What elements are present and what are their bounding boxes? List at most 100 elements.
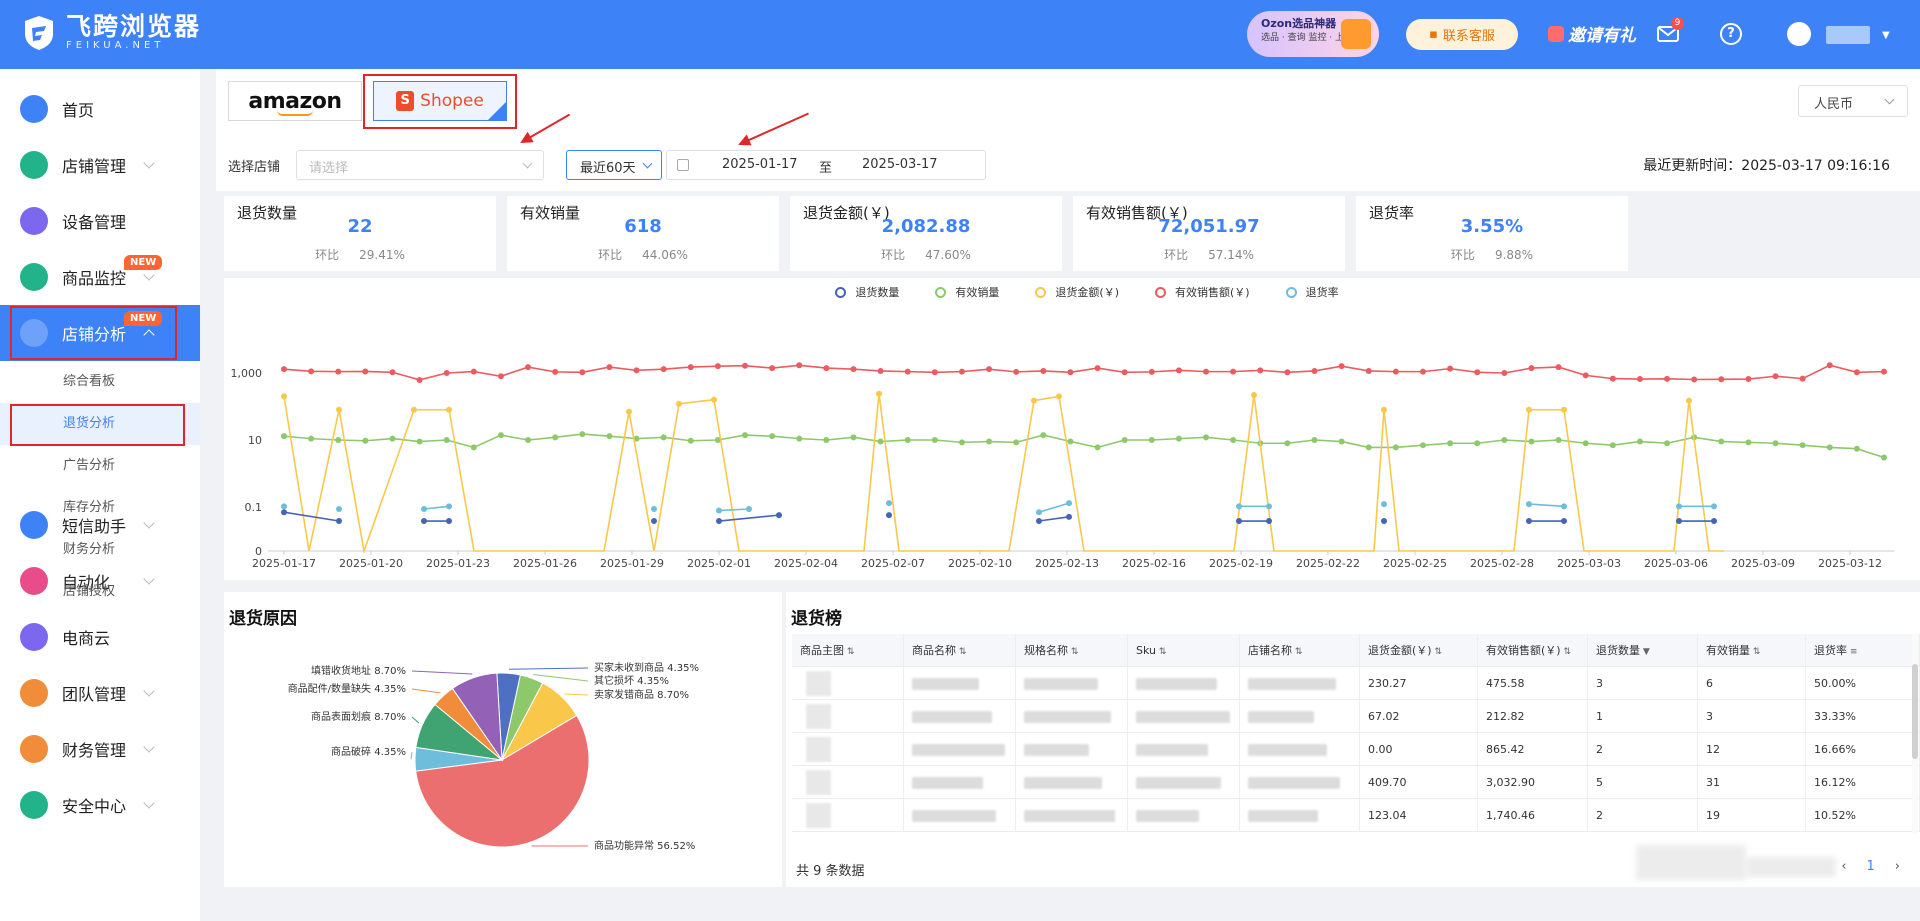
column-header[interactable]: Sku ⇅ [1128, 634, 1240, 667]
return-qty-point [1066, 513, 1072, 520]
ozon-banner[interactable]: Ozon选品神器 选品 · 查询 监控 · 上货 [1247, 11, 1379, 57]
start-date[interactable]: 2025-01-17 [722, 157, 798, 172]
legend-item[interactable]: 退货数量 [835, 284, 899, 300]
table-cell: 5 [1588, 766, 1698, 799]
table-cell: 19 [1698, 799, 1806, 832]
sales-amount-point [1881, 368, 1887, 375]
sales-qty-point [1474, 440, 1481, 447]
product-image[interactable] [806, 671, 831, 696]
legend-item[interactable]: 有效销售额(￥) [1155, 284, 1250, 300]
column-header[interactable]: 退货数量 ▼ [1588, 634, 1698, 667]
sort-icon[interactable]: ⇅ [1156, 647, 1167, 657]
page-number[interactable]: 1 [1867, 859, 1875, 874]
table-cell: 16.12% [1806, 766, 1920, 799]
next-page-button[interactable]: › [1895, 859, 1900, 874]
column-header[interactable]: 商品名称 ⇅ [904, 634, 1016, 667]
pie-label: 商品表面划痕 8.70% [311, 710, 406, 723]
column-header[interactable]: 店铺名称 ⇅ [1240, 634, 1360, 667]
sidebar-item-10[interactable]: 安全中心 [0, 777, 200, 833]
end-date[interactable]: 2025-03-17 [862, 157, 938, 172]
sales-qty-point [1013, 439, 1020, 446]
logo[interactable]: 飞跨浏览器 FEIKUA.NET [22, 14, 201, 52]
sales-amount-point [362, 368, 369, 375]
filter-icon[interactable]: ▼ [1640, 647, 1650, 657]
sort-icon[interactable]: ⇅ [956, 647, 967, 657]
shop-select[interactable]: 请选择 [296, 150, 544, 180]
table-row[interactable]: 67.02 212.82 1 3 33.33% [792, 700, 1920, 733]
scrollbar-thumb[interactable] [1912, 664, 1918, 759]
legend-item[interactable]: 退货金额(￥) [1035, 284, 1119, 300]
return-rate-point [1066, 500, 1072, 507]
sidebar-item-2[interactable]: 设备管理 [0, 193, 200, 249]
sort-icon[interactable]: ⇅ [1292, 647, 1303, 657]
sales-qty-point [1528, 438, 1535, 445]
table-scrollbar[interactable] [1912, 634, 1918, 834]
contact-service-button[interactable]: ▪ 联系客服 [1406, 19, 1518, 50]
kpi-card: 有效销售额(￥) 72,051.97 环比 57.14% [1073, 196, 1345, 271]
column-header[interactable]: 商品主图 ⇅ [792, 634, 904, 667]
product-image[interactable] [806, 803, 831, 828]
avatar[interactable] [1787, 22, 1811, 46]
sort-icon[interactable]: ⇅ [844, 647, 855, 657]
sales-qty-point [1284, 440, 1291, 447]
currency-select[interactable]: 人民币 [1798, 85, 1908, 117]
y-tick-label: 10 [248, 434, 262, 447]
sidebar-item-label: 首页 [62, 101, 95, 120]
sort-icon[interactable]: ⇅ [1068, 647, 1079, 657]
sidebar-subitem-2[interactable]: 广告分析 [0, 445, 200, 487]
sales-amount-point [1365, 367, 1372, 374]
sidebar-item-0[interactable]: 首页 [0, 81, 200, 137]
column-header[interactable]: 退货金额(￥) ⇅ [1360, 634, 1478, 667]
sidebar-subitem-5[interactable]: 店铺授权 [0, 571, 200, 613]
return-reason-panel: 退货原因 买家未收到商品 4.35% 其它损坏 4.35% 卖家发错商品 8.70%… [224, 592, 782, 887]
table-row[interactable]: 230.27 475.58 3 6 50.00% [792, 667, 1920, 700]
platform-tab-amazon[interactable]: amazon [228, 81, 362, 121]
kpi-compare-label: 环比 [315, 248, 340, 262]
sort-icon[interactable]: ⇅ [1561, 647, 1571, 657]
sidebar-item-1[interactable]: 店铺管理 [0, 137, 200, 193]
sidebar-subitem-0[interactable]: 综合看板 [0, 361, 200, 403]
sidebar-item-8[interactable]: 团队管理 [0, 665, 200, 721]
return-qty-point [716, 518, 722, 525]
table-row[interactable]: 123.04 1,740.46 2 19 10.52% [792, 799, 1920, 832]
username-blurred[interactable] [1826, 26, 1870, 44]
product-image[interactable] [806, 704, 831, 729]
sort-icon[interactable]: ⇅ [1432, 647, 1442, 657]
kpi-compare: 环比 29.41% [224, 246, 496, 263]
date-range-picker[interactable]: 2025-01-17 至 2025-03-17 [666, 150, 986, 180]
table-cell: 2 [1588, 799, 1698, 832]
return-rate-point [1236, 503, 1242, 510]
table-row[interactable]: 409.70 3,032.90 5 31 16.12% [792, 766, 1920, 799]
legend-item[interactable]: 退货率 [1285, 284, 1339, 300]
shop-label: 选择店铺 [228, 160, 281, 175]
sidebar-item-7[interactable]: 电商云 [0, 609, 200, 665]
legend-label: 有效销量 [955, 286, 1000, 299]
sidebar-subitem-1[interactable]: 退货分析 [0, 403, 200, 445]
product-image[interactable] [806, 770, 831, 795]
caret-down-icon[interactable]: ▼ [1882, 30, 1890, 41]
pie-label: 买家未收到商品 4.35% [594, 661, 699, 674]
column-header[interactable]: 退货率 ≡ [1806, 634, 1920, 667]
table-row[interactable]: 0.00 865.42 2 12 16.66% [792, 733, 1920, 766]
invite-button[interactable]: 邀请有礼 [1548, 21, 1636, 46]
sidebar-item-4[interactable]: 店铺分析 NEW [0, 305, 200, 361]
column-header[interactable]: 有效销量 ⇅ [1698, 634, 1806, 667]
help-icon[interactable]: ? [1720, 23, 1742, 45]
column-header[interactable]: 规格名称 ⇅ [1016, 634, 1128, 667]
product-image[interactable] [806, 737, 831, 762]
column-header[interactable]: 有效销售额(￥) ⇅ [1478, 634, 1588, 667]
kpi-card: 退货数量 22 环比 29.41% [224, 196, 496, 271]
table-header-row: 商品主图 ⇅ 商品名称 ⇅ 规格名称 ⇅ Sku ⇅ 店铺名称 ⇅ 退货金额(￥) ⇅ 有效… [792, 634, 1920, 667]
date-range-preset-select[interactable]: 最近60天 [566, 150, 662, 180]
prev-page-button[interactable]: ‹ [1841, 859, 1846, 874]
sort-desc-icon[interactable]: ≡ [1847, 647, 1858, 657]
sidebar-item-3[interactable]: 商品监控 NEW [0, 249, 200, 305]
platform-tab-shopee[interactable]: S Shopee [373, 81, 507, 121]
sidebar-item-9[interactable]: 财务管理 [0, 721, 200, 777]
table-cell-blurred [1128, 799, 1240, 832]
sidebar-subitem-4[interactable]: 财务分析 [0, 529, 200, 571]
sort-icon[interactable]: ⇅ [1750, 647, 1761, 657]
legend-item[interactable]: 有效销量 [935, 284, 999, 300]
sidebar-subitem-3[interactable]: 库存分析 [0, 487, 200, 529]
column-header-label: 商品名称 [912, 644, 956, 657]
